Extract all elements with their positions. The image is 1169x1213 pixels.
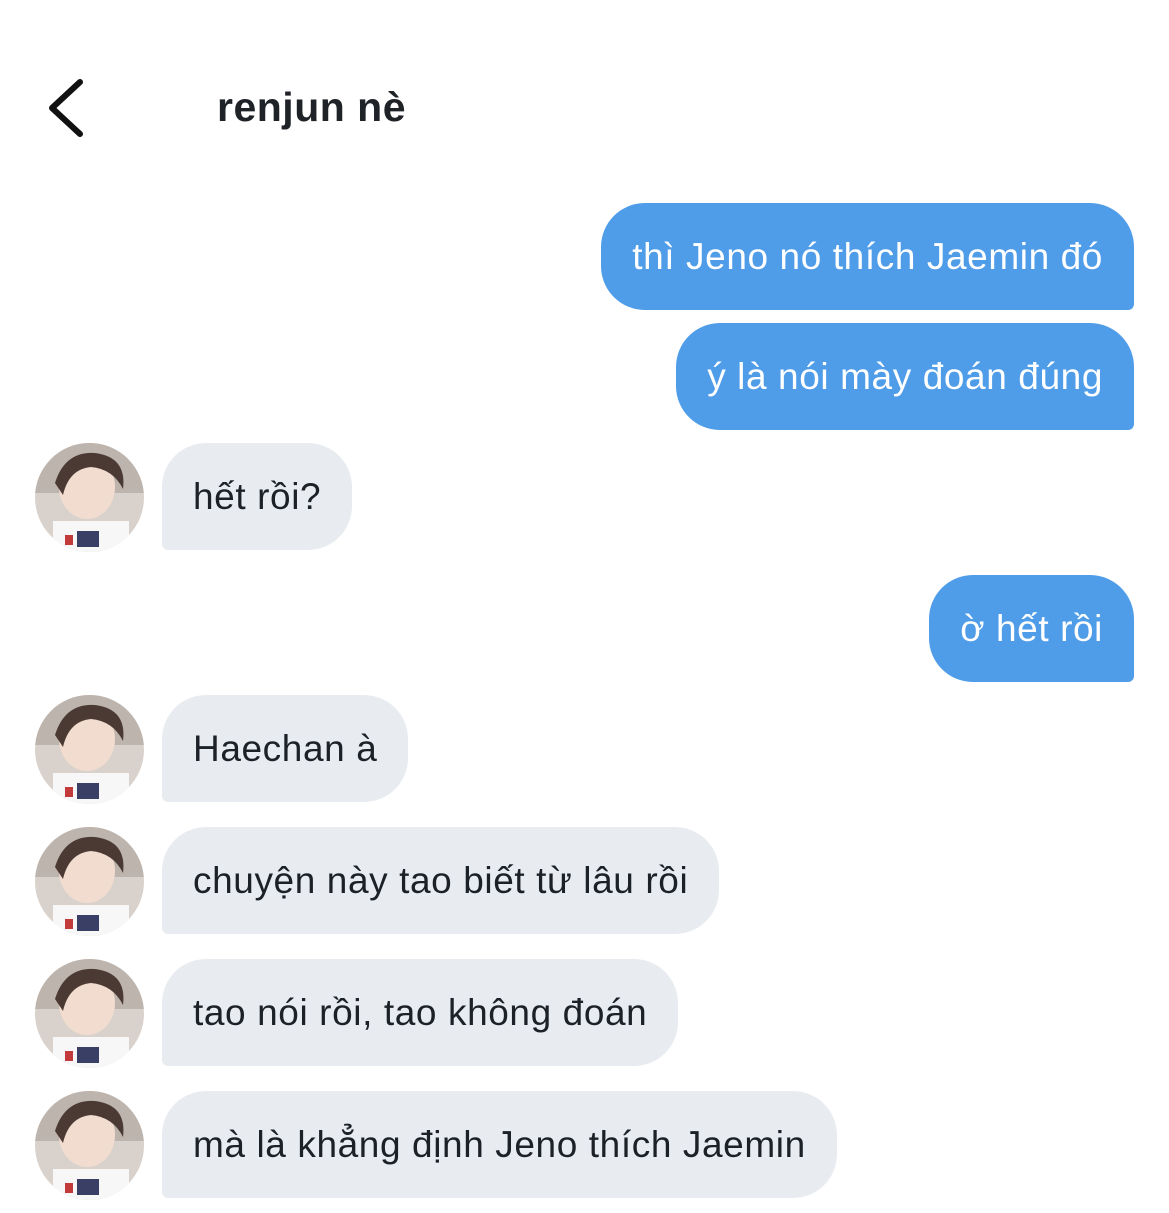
outgoing-message[interactable]: thì Jeno nó thích Jaemin đó <box>601 203 1134 310</box>
contact-avatar[interactable] <box>35 443 144 552</box>
contact-avatar[interactable] <box>35 1091 144 1200</box>
incoming-message[interactable]: tao nói rồi, tao không đoán <box>162 959 679 1066</box>
contact-avatar[interactable] <box>35 827 144 936</box>
incoming-message[interactable]: chuyện này tao biết từ lâu rồi <box>162 827 720 934</box>
message-thread: thì Jeno nó thích Jaemin đó ý là nói mày… <box>0 0 1169 1213</box>
contact-avatar[interactable] <box>35 695 144 804</box>
contact-avatar[interactable] <box>35 959 144 1068</box>
incoming-message[interactable]: Haechan à <box>162 695 409 802</box>
incoming-message[interactable]: hết rồi? <box>162 443 353 550</box>
incoming-message[interactable]: mà là khẳng định Jeno thích Jaemin <box>162 1091 837 1198</box>
outgoing-message[interactable]: ý là nói mày đoán đúng <box>676 323 1134 430</box>
outgoing-message[interactable]: ờ hết rồi <box>929 575 1134 682</box>
